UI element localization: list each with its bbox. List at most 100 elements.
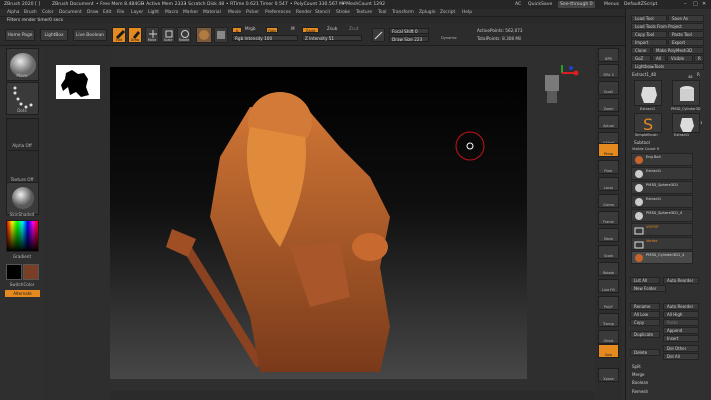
material-swatch[interactable] bbox=[196, 27, 212, 43]
goz-visible-button[interactable]: Visible bbox=[667, 55, 693, 62]
copy-tool-button[interactable]: Copy Tool bbox=[631, 31, 667, 38]
save-as-button[interactable]: Save As bbox=[668, 15, 704, 22]
gizmo-button[interactable]: Gizmo bbox=[598, 194, 619, 208]
goz-r-button[interactable]: R bbox=[694, 55, 704, 62]
menu-material[interactable]: Material bbox=[203, 10, 221, 16]
home-page-button[interactable]: Home Page bbox=[5, 29, 35, 41]
menu-texture[interactable]: Texture bbox=[356, 10, 372, 16]
paste-tool-button[interactable]: Paste Tool bbox=[668, 31, 704, 38]
menu-edit[interactable]: Edit bbox=[103, 10, 112, 16]
frame-button[interactable]: Frame bbox=[598, 211, 619, 225]
zoom-button[interactable]: Zoom bbox=[598, 98, 619, 112]
zadd-toggle[interactable]: Zadd bbox=[302, 27, 319, 33]
subtool-row[interactable]: PM3D_Sphere3D1 bbox=[631, 181, 693, 194]
lightbox-tools-button[interactable]: Lightbox▸Tools bbox=[631, 63, 704, 70]
split-section[interactable]: Split bbox=[632, 364, 641, 369]
menu-macro[interactable]: Macro bbox=[165, 10, 178, 16]
menu-render[interactable]: Render bbox=[296, 10, 312, 16]
color-picker[interactable] bbox=[6, 220, 39, 252]
draw-size-slider[interactable]: Draw Size 223 bbox=[389, 36, 429, 42]
rgb-intensity-slider[interactable]: Rgb Intensity 100 bbox=[232, 35, 298, 41]
close-icon[interactable]: ✕ bbox=[702, 1, 706, 8]
copy-button[interactable]: Copy bbox=[630, 319, 660, 326]
subtool-title[interactable]: Subtool bbox=[634, 140, 650, 145]
mrgb-toggle[interactable]: Mrgb bbox=[245, 26, 256, 31]
load-tool-button[interactable]: Load Tool bbox=[631, 15, 667, 22]
secondary-color-swatch[interactable] bbox=[23, 264, 39, 280]
xpose-button[interactable]: Xpose bbox=[598, 368, 619, 382]
menu-brush[interactable]: Brush bbox=[24, 10, 37, 16]
rename-button[interactable]: Rename bbox=[630, 303, 660, 310]
maximize-icon[interactable]: □ bbox=[693, 1, 698, 8]
default-zscript[interactable]: DefaultZScript bbox=[624, 1, 657, 8]
menu-layer[interactable]: Layer bbox=[131, 10, 143, 16]
live-boolean-button[interactable]: Live Boolean bbox=[73, 29, 107, 41]
rotate-mode-button[interactable]: Rotate bbox=[177, 27, 191, 43]
menu-picker[interactable]: Picker bbox=[246, 10, 259, 16]
rgb-toggle[interactable]: Rgb bbox=[266, 27, 278, 33]
menu-preferences[interactable]: Preferences bbox=[265, 10, 291, 16]
tool-thumb-simplebrush[interactable]: S bbox=[634, 113, 662, 134]
subtool-folder[interactable]: Vertex bbox=[631, 237, 693, 250]
merge-section[interactable]: Merge bbox=[632, 372, 645, 377]
import-button[interactable]: Import bbox=[631, 39, 667, 46]
append-button[interactable]: Append bbox=[663, 327, 699, 334]
del-all-button[interactable]: Del All bbox=[663, 353, 699, 360]
rotate-view-button[interactable]: Rotate bbox=[598, 262, 619, 276]
local-button[interactable]: Local bbox=[598, 177, 619, 191]
polyf-button[interactable]: PolyF bbox=[598, 296, 619, 310]
menu-zscript[interactable]: Zscript bbox=[440, 10, 455, 16]
all-low-button[interactable]: All Low bbox=[630, 311, 660, 318]
minimize-icon[interactable]: – bbox=[684, 1, 687, 8]
persp-button[interactable]: Persp bbox=[598, 143, 619, 157]
menu-help[interactable]: Help bbox=[462, 10, 472, 16]
bpr-button[interactable]: BPR bbox=[598, 48, 619, 62]
menu-alpha[interactable]: Alpha bbox=[7, 10, 19, 16]
delete-button[interactable]: Delete bbox=[630, 349, 660, 356]
navigation-cube-icon[interactable] bbox=[540, 63, 584, 107]
new-folder-button[interactable]: New Folder bbox=[630, 285, 666, 292]
spix-button[interactable]: SPix 3 bbox=[598, 64, 619, 78]
all-high-button[interactable]: All High bbox=[663, 311, 699, 318]
scale-view-button[interactable]: Scale bbox=[598, 245, 619, 259]
draw-mode-button[interactable]: Draw bbox=[128, 27, 142, 43]
see-through-slider[interactable]: See-through 0 bbox=[558, 1, 595, 8]
subtool-row[interactable]: Extract1 bbox=[631, 167, 693, 180]
menu-stencil[interactable]: Stencil bbox=[315, 10, 330, 16]
line-fill-button[interactable]: Line Fill bbox=[598, 279, 619, 293]
zcut-toggle[interactable]: Zcut bbox=[349, 26, 358, 31]
menu-draw[interactable]: Draw bbox=[87, 10, 98, 16]
duplicate-button[interactable]: Duplicate bbox=[630, 331, 660, 338]
solo-button[interactable]: Solo bbox=[598, 344, 619, 358]
menu-document[interactable]: Document bbox=[59, 10, 82, 16]
move-view-button[interactable]: Move bbox=[598, 228, 619, 242]
load-tools-from-project-button[interactable]: Load Tools From Project bbox=[631, 23, 704, 30]
paste-button[interactable]: Paste bbox=[663, 319, 699, 326]
tool-thumb-extract1-b[interactable] bbox=[672, 113, 700, 133]
tool-thumb-extract1[interactable] bbox=[634, 80, 662, 106]
scroll-button[interactable]: Scroll bbox=[598, 81, 619, 95]
menu-stroke[interactable]: Stroke bbox=[336, 10, 350, 16]
menu-movie[interactable]: Movie bbox=[228, 10, 241, 16]
material-selector[interactable] bbox=[6, 182, 39, 215]
menu-zplugin[interactable]: Zplugin bbox=[419, 10, 436, 16]
floor-button[interactable]: Floor bbox=[598, 160, 619, 174]
export-button[interactable]: Export bbox=[668, 39, 704, 46]
menus-toggle[interactable]: Menus bbox=[604, 1, 619, 8]
actual-button[interactable]: Actual bbox=[598, 115, 619, 129]
subtool-row[interactable]: PM3D_Sphere3D1_4 bbox=[631, 209, 693, 222]
menu-transform[interactable]: Transform bbox=[392, 10, 414, 16]
subtool-row[interactable]: Eng Ball bbox=[631, 153, 693, 166]
goz-all-button[interactable]: All bbox=[652, 55, 666, 62]
transp-button[interactable]: Transp bbox=[598, 313, 619, 327]
edit-mode-button[interactable]: Edit bbox=[112, 27, 126, 43]
insert-button[interactable]: Insert bbox=[663, 335, 699, 342]
remesh-section[interactable]: Remesh bbox=[632, 389, 648, 394]
switch-color-button[interactable]: SwitchColor bbox=[0, 282, 44, 287]
menu-marker[interactable]: Marker bbox=[183, 10, 198, 16]
clone-button[interactable]: Clone bbox=[631, 47, 651, 54]
menu-file[interactable]: File bbox=[117, 10, 124, 16]
subtool-row-selected[interactable]: PM3D_Cylinder3D1_4 bbox=[631, 251, 693, 264]
color-swatch[interactable] bbox=[214, 27, 228, 43]
brush-size-toggle[interactable] bbox=[372, 28, 385, 42]
